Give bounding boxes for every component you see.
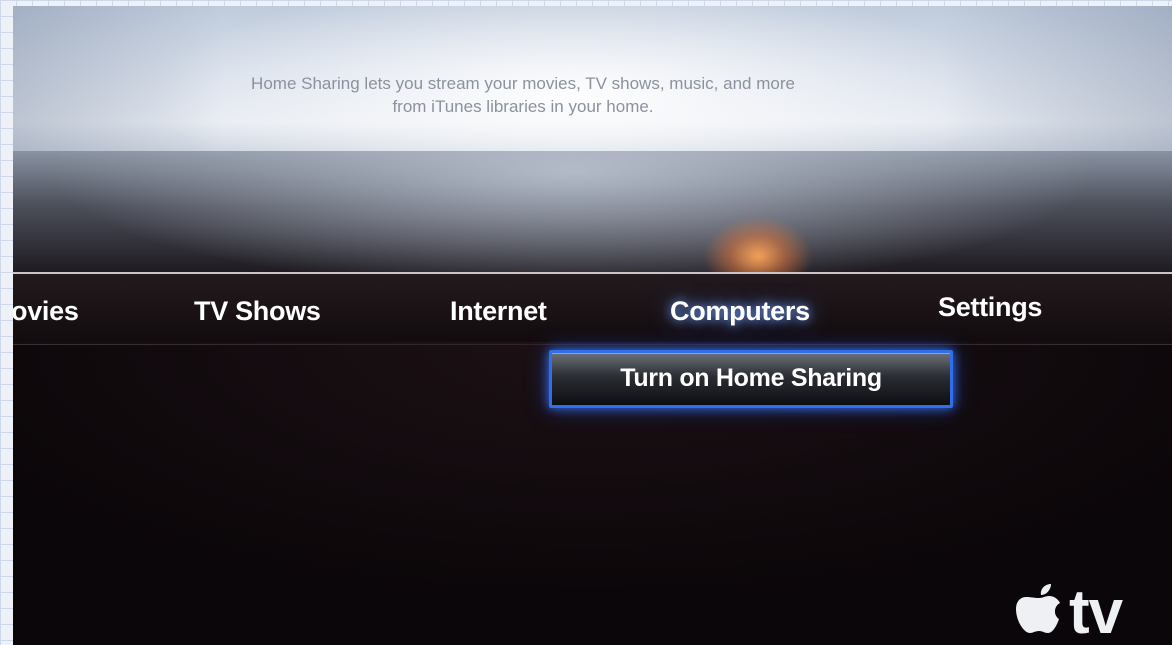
menu-item-tv-shows[interactable]: TV Shows bbox=[194, 296, 321, 327]
description-line-1: Home Sharing lets you stream your movies… bbox=[251, 74, 795, 93]
main-menu-bar: ovies TV Shows Internet Computers Settin… bbox=[13, 272, 1172, 345]
apple-logo-icon bbox=[1016, 584, 1060, 633]
turn-on-home-sharing-button[interactable]: Turn on Home Sharing bbox=[549, 350, 953, 408]
menu-item-settings[interactable]: Settings bbox=[938, 292, 1042, 323]
home-sharing-description: Home Sharing lets you stream your movies… bbox=[123, 72, 923, 118]
background-frame: Home Sharing lets you stream your movies… bbox=[0, 0, 1172, 645]
apple-tv-logo: tv bbox=[1013, 576, 1123, 645]
menu-item-internet[interactable]: Internet bbox=[450, 296, 547, 327]
tv-screen: Home Sharing lets you stream your movies… bbox=[13, 6, 1172, 645]
tv-logo-text: tv bbox=[1069, 578, 1123, 645]
menu-item-movies[interactable]: ovies bbox=[13, 296, 79, 327]
menu-item-computers[interactable]: Computers bbox=[670, 296, 810, 327]
reflection-band bbox=[13, 151, 1172, 273]
description-line-2: from iTunes libraries in your home. bbox=[392, 97, 654, 116]
